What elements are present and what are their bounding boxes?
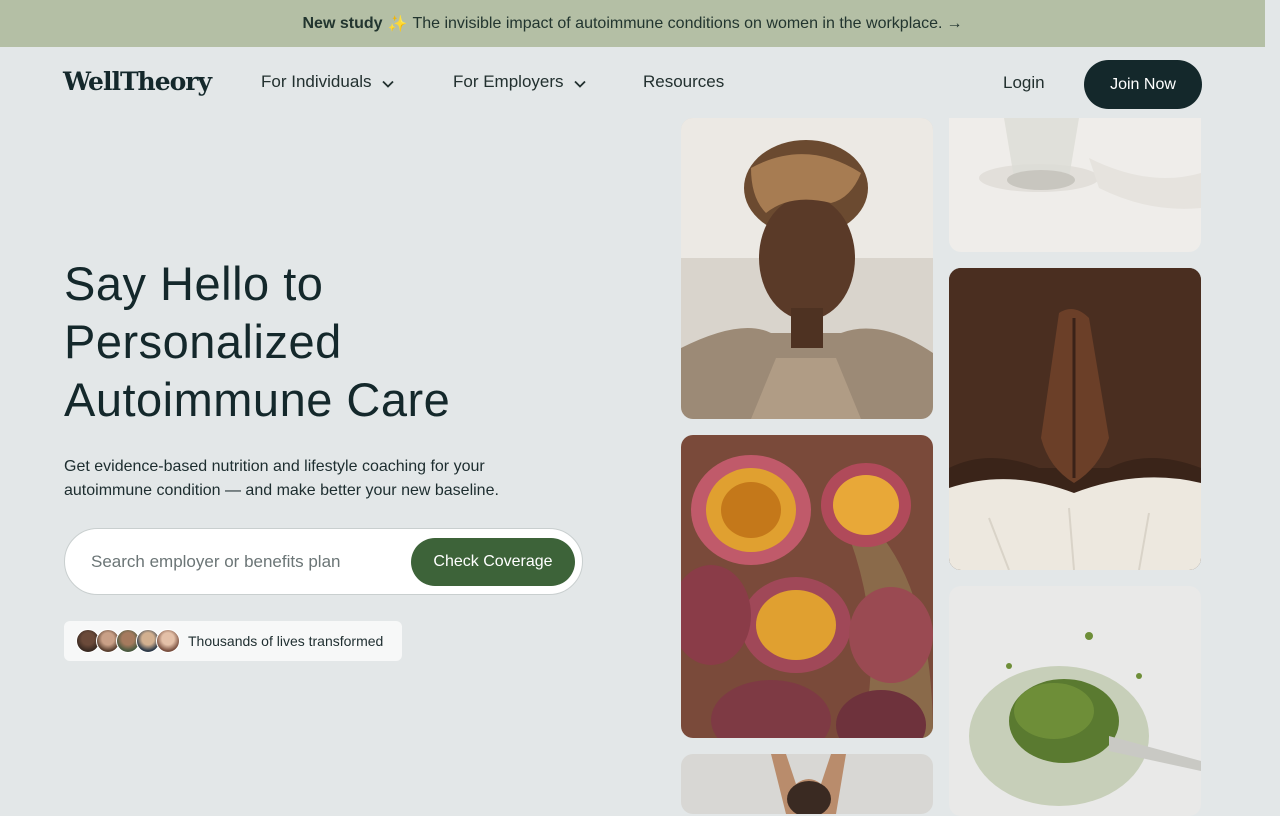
nav-label: Resources <box>643 72 725 91</box>
hero-title-line: Autoimmune Care <box>64 373 451 426</box>
person-stretching-photo <box>681 754 933 814</box>
check-coverage-button[interactable]: Check Coverage <box>411 538 575 586</box>
hero-title: Say Hello to Personalized Autoimmune Car… <box>64 255 450 429</box>
glass-of-water-photo <box>949 118 1201 252</box>
banner-strong: New study <box>302 14 383 32</box>
nav-resources[interactable]: Resources <box>643 72 724 92</box>
nav-label: For Employers <box>453 72 564 91</box>
social-proof-text: Thousands of lives transformed <box>188 633 384 649</box>
employer-search-input[interactable] <box>89 551 393 573</box>
woman-portrait-photo <box>681 118 933 419</box>
matcha-powder-spoon-photo <box>949 586 1201 816</box>
announcement-banner[interactable]: New study ✨ The invisible impact of auto… <box>0 0 1265 47</box>
hero-title-line: Personalized <box>64 315 342 368</box>
banner-text: The invisible impact of autoimmune condi… <box>412 14 943 32</box>
sparkle-icon: ✨ <box>387 15 408 33</box>
logo[interactable]: WellTheory <box>63 67 212 96</box>
chevron-down-icon <box>381 80 394 88</box>
hands-on-back-photo <box>949 268 1201 570</box>
nav-for-individuals[interactable]: For Individuals <box>261 72 394 92</box>
avatar-group <box>76 629 180 653</box>
join-now-button[interactable]: Join Now <box>1084 60 1202 109</box>
avatar <box>156 629 180 653</box>
coverage-search-form: Check Coverage <box>64 528 583 595</box>
login-link[interactable]: Login <box>1003 73 1045 93</box>
hero-subtitle: Get evidence-based nutrition and lifesty… <box>64 458 499 499</box>
social-proof-badge: Thousands of lives transformed <box>64 621 402 661</box>
chevron-down-icon <box>573 80 586 88</box>
hero-title-line: Say Hello to <box>64 257 324 310</box>
nav-for-employers[interactable]: For Employers <box>453 72 586 92</box>
passion-fruit-basket-photo <box>681 435 933 738</box>
arrow-right-icon: → <box>946 14 963 32</box>
nav-label: For Individuals <box>261 72 372 91</box>
